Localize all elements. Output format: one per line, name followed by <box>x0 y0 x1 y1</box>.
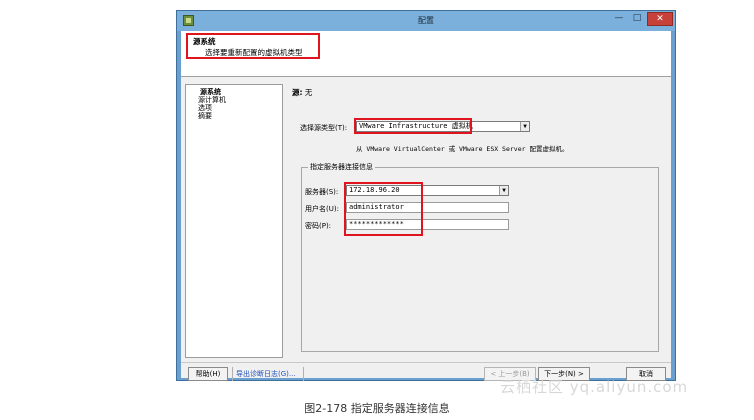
minimize-button[interactable]: — <box>610 12 628 26</box>
chevron-down-icon[interactable]: ▼ <box>520 122 529 131</box>
main-panel: 源: 无 选择源类型(T): VMware Infrastructure 虚拟机… <box>288 84 666 358</box>
title-bar[interactable]: 配置 — □ ✕ <box>177 11 675 31</box>
close-button[interactable]: ✕ <box>647 12 673 26</box>
source-summary: 源: 无 <box>292 87 312 98</box>
dialog-client-area: 源系统 选择要重新配置的虚拟机类型 源系统 源计算机 选项 摘要 源: 无 选择… <box>181 31 671 381</box>
step-source-machine[interactable]: 源计算机 <box>198 96 226 104</box>
footer-separator <box>232 367 233 381</box>
source-type-highlight-box <box>354 118 472 134</box>
maximize-button[interactable]: □ <box>628 12 646 26</box>
server-connection-group-title: 指定服务器连接信息 <box>308 162 375 172</box>
source-label: 源: <box>292 88 303 97</box>
header-highlight-box <box>186 33 320 59</box>
source-value: 无 <box>304 88 313 97</box>
source-type-label: 选择源类型(T): <box>300 124 348 132</box>
configure-window: 配置 — □ ✕ 源系统 选择要重新配置的虚拟机类型 源系统 源计算机 选项 摘… <box>176 10 676 381</box>
chevron-down-icon[interactable]: ▼ <box>499 186 508 195</box>
step-summary[interactable]: 摘要 <box>198 112 212 120</box>
footer-separator <box>303 367 304 381</box>
export-diagnostic-log-link[interactable]: 导出诊断日志(G)... <box>236 369 296 379</box>
step-source-system[interactable]: 源系统 <box>200 88 221 96</box>
wizard-header: 源系统 选择要重新配置的虚拟机类型 <box>181 31 671 77</box>
step-options[interactable]: 选项 <box>198 104 212 112</box>
connection-info-highlight-box <box>344 182 423 236</box>
window-title: 配置 <box>418 16 434 25</box>
footer-divider <box>181 362 671 363</box>
watermark: 云栖社区 yq.aliyun.com <box>500 378 689 396</box>
help-button[interactable]: 帮助(H) <box>188 367 228 381</box>
server-label: 服务器(S): <box>305 188 339 196</box>
figure-caption: 图2-178 指定服务器连接信息 <box>304 402 450 415</box>
wizard-step-list: 源系统 源计算机 选项 摘要 <box>185 84 283 358</box>
username-label: 用户名(U): <box>305 205 339 213</box>
password-label: 密码(P): <box>305 222 332 230</box>
screenshot-stage: 配置 — □ ✕ 源系统 选择要重新配置的虚拟机类型 源系统 源计算机 选项 摘… <box>0 0 754 420</box>
source-type-note: 从 VMware VirtualCenter 或 VMware ESX Serv… <box>356 145 569 153</box>
